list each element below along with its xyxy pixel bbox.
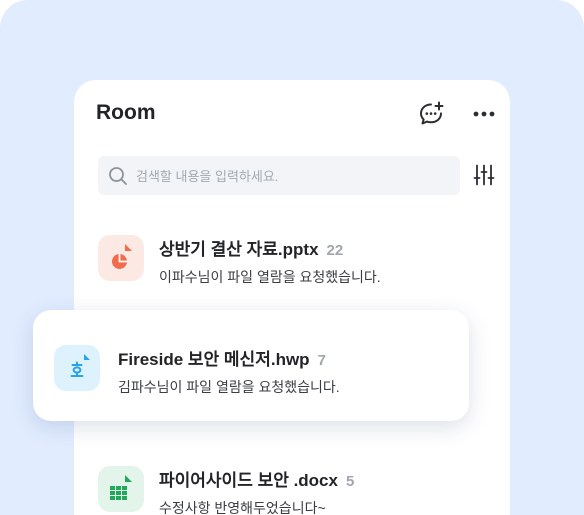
file-subtitle: 이파수님이 파일 열람을 요청했습니다. xyxy=(159,269,381,285)
search-icon xyxy=(109,166,127,185)
highlighted-file-card[interactable]: Fireside 보안 메신저.hwp 7 김파수님이 파일 열람을 요청했습니다… xyxy=(33,310,469,421)
new-chat-icon[interactable] xyxy=(417,100,445,128)
room-title: Room xyxy=(96,101,156,124)
more-options-icon[interactable] xyxy=(470,102,498,126)
file-name: Fireside 보안 메신저.hwp 7 xyxy=(118,350,326,369)
file-count: 7 xyxy=(317,352,326,369)
file-name: 상반기 결산 자료.pptx 22 xyxy=(159,240,344,259)
file-count: 5 xyxy=(345,473,355,490)
file-subtitle: 수정사항 반영해두었습니다~ xyxy=(159,500,326,515)
list-item[interactable]: 상반기 결산 자료.pptx 22 이파수님이 파일 열람을 요청했습니다. xyxy=(98,235,488,295)
list-item[interactable]: Fireside 보안 메신저.hwp 7 김파수님이 파일 열람을 요청했습니다… xyxy=(54,345,444,405)
search-input[interactable]: 검색할 내용을 입력하세요. xyxy=(98,156,460,195)
filter-icon[interactable] xyxy=(472,163,496,187)
list-item[interactable]: 파이어사이드 보안 .docx 5 수정사항 반영해두었습니다~ xyxy=(98,466,488,515)
hwp-file-icon xyxy=(54,345,100,391)
room-panel: Room 검색할 내용을 입력하세요. 상반기 결산 자료.pptx 22 이파… xyxy=(74,80,510,515)
search-placeholder: 검색할 내용을 입력하세요. xyxy=(136,169,279,184)
xlsx-file-icon xyxy=(98,466,144,512)
file-count: 22 xyxy=(326,242,344,259)
pptx-file-icon xyxy=(98,235,144,281)
file-subtitle: 김파수님이 파일 열람을 요청했습니다. xyxy=(118,379,340,395)
file-name: 파이어사이드 보안 .docx 5 xyxy=(159,471,355,490)
